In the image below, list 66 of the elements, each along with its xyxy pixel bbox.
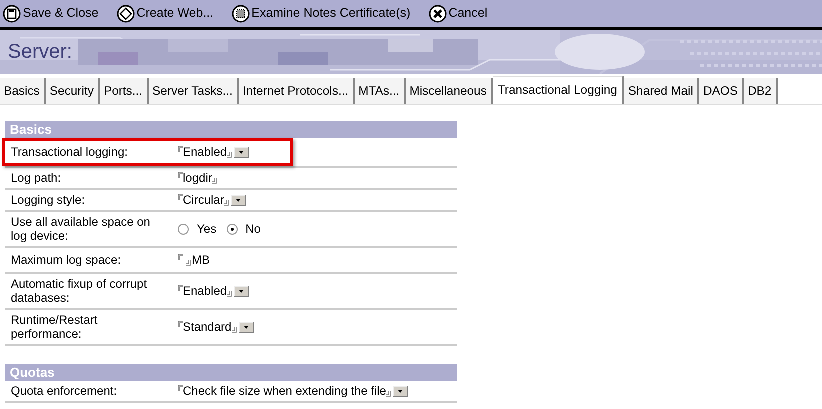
input-field[interactable]: [178, 253, 191, 267]
field-value[interactable]: Enabled: [183, 284, 228, 298]
radio-button[interactable]: [178, 224, 189, 234]
caret-down-icon: [244, 326, 249, 328]
caret-down-icon: [239, 290, 244, 292]
tab[interactable]: MTAs...: [354, 78, 406, 104]
dropdown-button[interactable]: [238, 322, 254, 332]
field-end-bracket-icon: [227, 291, 232, 297]
field-label: Maximum log space:: [11, 253, 122, 267]
tab[interactable]: DAOS: [699, 78, 744, 104]
field-value[interactable]: Standard: [183, 320, 232, 334]
field-label: Log path:: [11, 171, 62, 185]
toolbar-button[interactable]: Examine Notes Certificate(s): [232, 4, 411, 23]
dropdown-button[interactable]: [234, 146, 250, 158]
field-end-bracket-icon: [212, 178, 218, 184]
field-start-bracket-icon: [178, 146, 183, 152]
diamond-arrows-icon: [116, 4, 135, 22]
radio-button[interactable]: [226, 224, 238, 234]
field-end-bracket-icon: [224, 200, 230, 206]
field-value[interactable]: Check file size when extending the file: [183, 384, 386, 398]
field-label: Quota enforcement:: [11, 384, 118, 398]
field-label: Automatic fixup of corrupt databases:: [11, 277, 148, 305]
field-start-bracket-icon: [178, 172, 183, 178]
caret-down-icon: [239, 150, 244, 154]
field-label: Transactional logging:: [11, 144, 129, 161]
dropdown-button[interactable]: [393, 386, 408, 396]
field-end-bracket-icon: [186, 260, 191, 266]
field-value[interactable]: logdir: [183, 171, 212, 185]
section-header: Quotas: [5, 364, 457, 381]
tab[interactable]: Miscellaneous: [406, 78, 493, 104]
tab[interactable]: Security: [46, 78, 100, 104]
certificate-icon: [232, 4, 250, 22]
tab[interactable]: Ports...: [100, 78, 149, 104]
field-end-bracket-icon: [227, 152, 232, 158]
floppy-disk-icon: [3, 4, 21, 22]
dropdown-button[interactable]: [231, 194, 246, 206]
cancel-icon: [428, 4, 447, 22]
field-label: Logging style:: [11, 193, 86, 207]
field-start-bracket-icon: [178, 194, 183, 200]
field-start-bracket-icon: [178, 285, 183, 291]
caret-down-icon: [236, 198, 242, 202]
field-end-bracket-icon: [386, 391, 392, 397]
tab[interactable]: Basics: [0, 78, 46, 104]
toolbar-button[interactable]: Create Web...: [116, 4, 214, 23]
field-value[interactable]: Enabled: [183, 145, 228, 159]
caret-down-icon: [398, 390, 404, 392]
dropdown-button[interactable]: [234, 286, 250, 296]
tab[interactable]: Shared Mail: [624, 78, 700, 104]
field-value[interactable]: Circular: [183, 193, 224, 207]
unit-label: MB: [192, 252, 210, 269]
field-label: Runtime/Restart performance:: [11, 313, 99, 341]
field-end-bracket-icon: [232, 327, 237, 333]
radio-label: Yes: [197, 221, 217, 238]
radio-label: No: [246, 221, 261, 238]
toolbar-button[interactable]: Cancel: [428, 4, 488, 23]
tab[interactable]: Server Tasks...: [148, 78, 239, 104]
tab[interactable]: Transactional Logging: [492, 76, 624, 104]
server-title: Server:: [8, 40, 72, 65]
field-start-bracket-icon: [178, 254, 183, 260]
field-label: Use all available space on log device:: [11, 215, 152, 243]
toolbar-button[interactable]: Save & Close: [3, 4, 99, 23]
tab[interactable]: Internet Protocols...: [238, 78, 355, 104]
field-start-bracket-icon: [178, 321, 183, 327]
field-start-bracket-icon: [178, 385, 183, 391]
tab[interactable]: DB2: [744, 78, 778, 104]
section-header: Basics: [5, 121, 457, 138]
